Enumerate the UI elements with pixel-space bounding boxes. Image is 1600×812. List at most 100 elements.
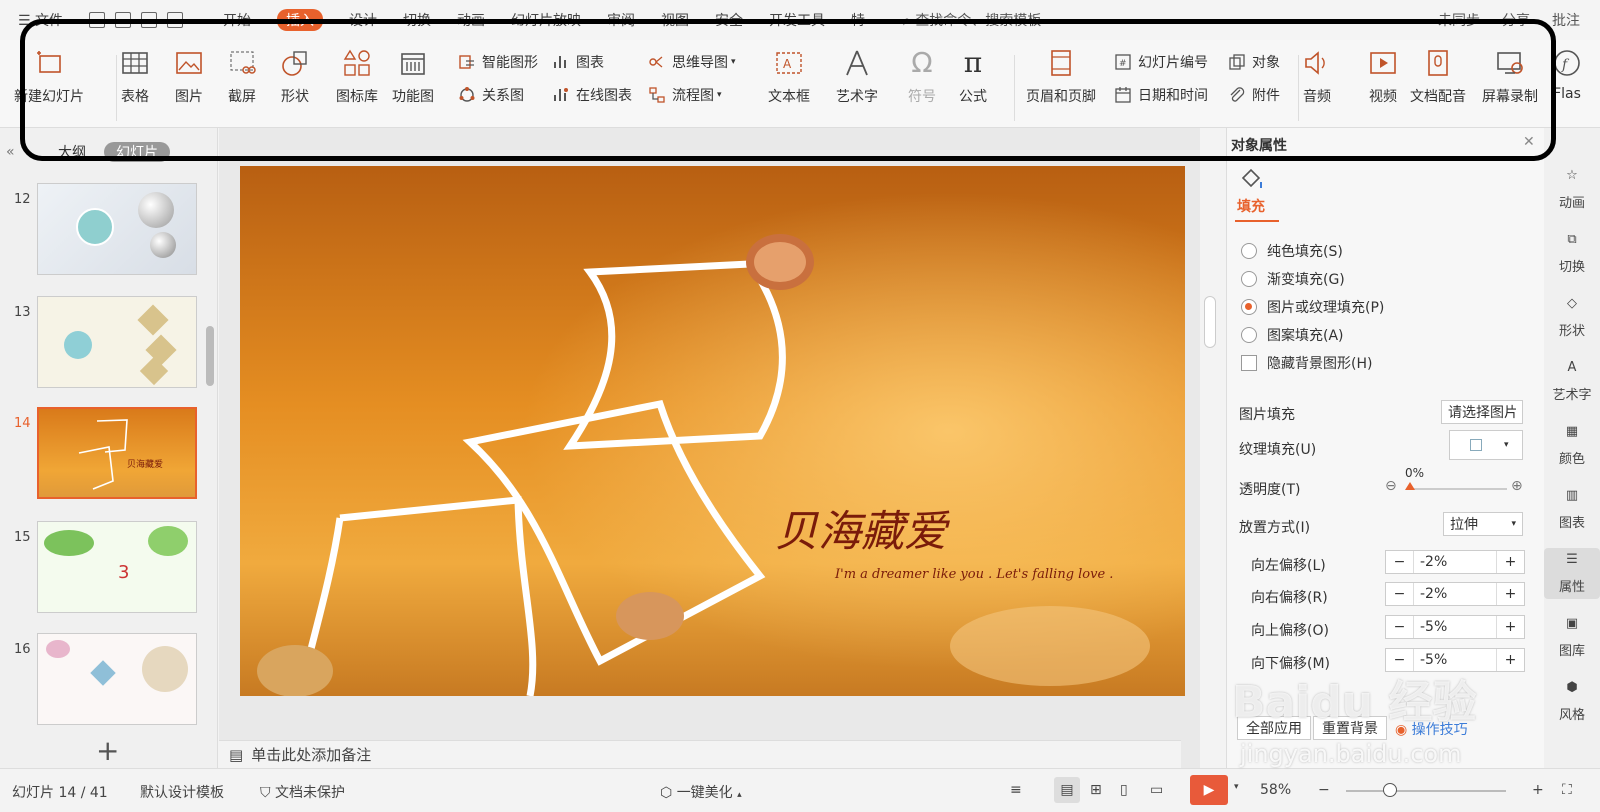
shape-button[interactable]: 形状 xyxy=(280,48,310,106)
offset-right-stepper[interactable]: − -2% + xyxy=(1385,582,1525,606)
thumb-scrollbar[interactable] xyxy=(206,326,214,386)
opacity-slider-track[interactable] xyxy=(1407,488,1507,490)
textbox-button[interactable]: A 文本框 xyxy=(768,48,810,106)
menu-insert[interactable]: 插入 xyxy=(277,9,324,31)
slide-thumbnail[interactable]: 3 xyxy=(37,521,197,613)
minus-icon[interactable]: − xyxy=(1386,583,1414,605)
sidebar-gallery[interactable]: ▣ 图库 xyxy=(1544,616,1600,659)
sidebar-chart[interactable]: ▥ 图表 xyxy=(1544,488,1600,531)
object-button[interactable]: 对象 xyxy=(1228,52,1280,72)
header-footer-button[interactable]: 页眉和页脚 xyxy=(1026,48,1096,106)
reading-view-icon[interactable]: ▯ xyxy=(1120,782,1128,798)
notes-toggle-icon[interactable]: ≡ xyxy=(1010,782,1022,798)
hide-background-checkbox[interactable] xyxy=(1241,355,1257,371)
slide-number-button[interactable]: # 幻灯片编号 xyxy=(1114,52,1208,72)
mindmap-button[interactable]: 思维导图 ▾ xyxy=(648,52,736,72)
smart-art-button[interactable]: 智能图形 xyxy=(458,52,538,72)
play-button[interactable]: ▶ xyxy=(1190,775,1228,805)
online-chart-button[interactable]: 在线图表 xyxy=(552,85,632,105)
menu-security[interactable]: 安全 xyxy=(715,10,743,30)
zoom-slider-track[interactable] xyxy=(1346,790,1506,792)
comment-button[interactable]: 批注 xyxy=(1552,10,1580,30)
protection-status[interactable]: ⛉ 文档未保护 xyxy=(260,782,345,802)
sidebar-animation[interactable]: ☆ 动画 xyxy=(1544,168,1600,211)
menu-design[interactable]: 设计 xyxy=(349,10,377,30)
template-name[interactable]: 默认设计模板 xyxy=(140,782,224,802)
normal-view-icon[interactable]: ▤ xyxy=(1054,777,1080,803)
opacity-slider-thumb[interactable] xyxy=(1405,482,1415,490)
picture-fill-radio[interactable] xyxy=(1241,299,1257,315)
export-icon[interactable] xyxy=(167,12,184,28)
current-slide[interactable]: 贝海藏爱 I'm a dreamer like you . Let's fall… xyxy=(240,166,1185,696)
close-icon[interactable]: ✕ xyxy=(1523,134,1535,150)
undo-icon[interactable] xyxy=(115,12,132,28)
video-button[interactable]: 视频 xyxy=(1368,48,1398,106)
beautify-button[interactable]: ⬡ 一键美化 ▴ xyxy=(660,782,742,802)
apply-all-button[interactable]: 全部应用 xyxy=(1237,716,1311,740)
panel-title[interactable]: 对象属性 xyxy=(1231,135,1287,155)
gradient-fill-radio[interactable] xyxy=(1241,271,1257,287)
picture-fill-select[interactable]: 请选择图片 xyxy=(1441,400,1523,424)
sidebar-color[interactable]: ▦ 颜色 xyxy=(1544,424,1600,467)
placement-select[interactable]: 拉伸 ▾ xyxy=(1443,512,1523,536)
offset-left-stepper[interactable]: − -2% + xyxy=(1385,550,1525,574)
sidebar-shape[interactable]: ◇ 形状 xyxy=(1544,296,1600,339)
flowchart-button[interactable]: 流程图 ▾ xyxy=(648,85,722,105)
tab-outline[interactable]: 大纲 xyxy=(58,142,86,162)
reset-background-button[interactable]: 重置背景 xyxy=(1313,716,1387,740)
screenshot-button[interactable]: 截屏 xyxy=(227,48,257,106)
dropdown-arrow-icon[interactable]: ▾ xyxy=(1234,782,1239,792)
tab-slides[interactable]: 幻灯片 xyxy=(104,142,170,162)
formula-button[interactable]: π 公式 xyxy=(958,48,988,106)
zoom-slider-thumb[interactable] xyxy=(1383,783,1397,797)
plus-icon[interactable]: + xyxy=(1496,551,1524,573)
menu-transition[interactable]: 切换 xyxy=(403,10,431,30)
zoom-level[interactable]: 58% xyxy=(1260,782,1291,798)
relation-chart-button[interactable]: 关系图 xyxy=(458,85,524,105)
menu-special[interactable]: 特 xyxy=(851,10,865,30)
offset-down-stepper[interactable]: − -5% + xyxy=(1385,648,1525,672)
picture-button[interactable]: 图片 xyxy=(174,48,204,106)
symbol-button[interactable]: Ω 符号 xyxy=(907,48,937,106)
tips-link[interactable]: ◉ 操作技巧 xyxy=(1395,719,1468,739)
menu-slideshow[interactable]: 幻灯片放映 xyxy=(511,10,581,30)
plus-icon[interactable]: + xyxy=(1496,583,1524,605)
datetime-button[interactable]: 日期和时间 xyxy=(1114,85,1208,105)
menu-file[interactable]: ☰ 文件 xyxy=(18,10,63,30)
minus-icon[interactable]: − xyxy=(1386,551,1414,573)
sidebar-transition[interactable]: ⧉ 切换 xyxy=(1544,232,1600,275)
new-slide-button[interactable]: 新建幻灯片 xyxy=(14,48,84,106)
menu-view[interactable]: 视图 xyxy=(661,10,689,30)
collapse-icon[interactable]: « xyxy=(6,144,15,160)
notes-bar[interactable]: ▤ 单击此处添加备注 xyxy=(219,740,1181,768)
sidebar-properties[interactable]: ☰ 属性 xyxy=(1544,548,1600,599)
sorter-view-icon[interactable]: ⊞ xyxy=(1090,782,1102,798)
attachment-button[interactable]: 附件 xyxy=(1228,85,1280,105)
save-icon[interactable] xyxy=(89,12,106,28)
zoom-out-icon[interactable]: − xyxy=(1318,782,1330,798)
solid-fill-radio[interactable] xyxy=(1241,243,1257,259)
opacity-plus-icon[interactable]: ⊕ xyxy=(1511,478,1523,494)
sidebar-wordart[interactable]: A 艺术字 xyxy=(1544,360,1600,403)
tab-fill[interactable]: 填充 xyxy=(1237,196,1265,216)
slide-thumbnail[interactable] xyxy=(37,633,197,725)
pattern-fill-radio[interactable] xyxy=(1241,327,1257,343)
doc-dub-button[interactable]: 文档配音 xyxy=(1410,48,1466,106)
sidebar-style[interactable]: ⬢ 风格 xyxy=(1544,680,1600,723)
fit-window-icon[interactable]: ⛶ xyxy=(1562,782,1572,798)
slide-thumbnail-selected[interactable]: 贝海藏爱 xyxy=(37,407,197,499)
menu-review[interactable]: 审阅 xyxy=(607,10,635,30)
menu-animation[interactable]: 动画 xyxy=(457,10,485,30)
presenter-view-icon[interactable]: ▭ xyxy=(1150,782,1163,798)
vertical-scrollbar[interactable] xyxy=(1204,296,1216,348)
audio-button[interactable]: 音频 xyxy=(1302,48,1332,106)
share-button[interactable]: 分享 xyxy=(1502,10,1530,30)
plus-icon[interactable]: + xyxy=(1496,616,1524,638)
menu-home[interactable]: 开始 xyxy=(223,10,251,30)
minus-icon[interactable]: − xyxy=(1386,649,1414,671)
function-chart-button[interactable]: 功能图 xyxy=(392,48,434,106)
offset-up-stepper[interactable]: − -5% + xyxy=(1385,615,1525,639)
minus-icon[interactable]: − xyxy=(1386,616,1414,638)
wordart-button[interactable]: 艺术字 xyxy=(836,48,878,106)
texture-fill-select[interactable]: ▾ xyxy=(1449,430,1523,460)
